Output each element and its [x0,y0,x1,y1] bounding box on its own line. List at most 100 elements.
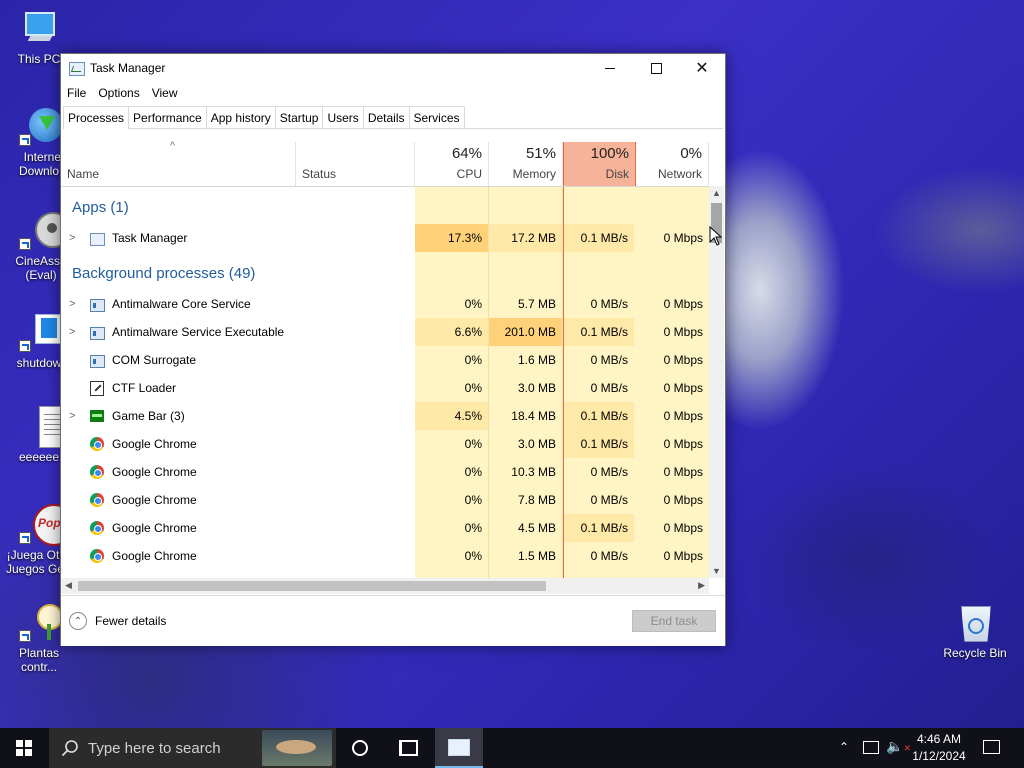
tab-startup[interactable]: Startup [274,106,324,128]
table-row[interactable]: > Game Bar (3) 4.5% 18.4 MB 0.1 MB/s 0 Mbps [61,402,709,430]
scroll-right-icon[interactable]: ▶ [698,580,705,591]
column-network[interactable]: 0% Network [635,142,709,186]
menu-options[interactable]: Options [92,84,145,104]
network-cell: 0 Mbps [663,297,703,311]
expand-chevron-icon[interactable]: > [69,402,75,430]
expand-chevron-icon[interactable]: > [69,224,75,252]
clock-date: 1/12/2024 [912,749,966,763]
tab-processes[interactable]: Processes [63,106,130,130]
network-icon[interactable] [863,741,879,754]
table-row[interactable]: Google Chrome 0% 1.5 MB 0 MB/s 0 Mbps [61,542,709,570]
footer-bar: ⌃ Fewer details End task [61,595,725,646]
network-cell: 0 Mbps [663,465,703,479]
column-status[interactable]: Status [296,142,415,186]
task-manager-icon [90,233,105,246]
title-bar[interactable]: Task Manager ✕ [61,54,725,82]
cpu-cell: 17.3% [415,224,488,252]
chrome-icon [90,493,104,507]
text-file-icon [19,406,71,448]
scroll-up-icon[interactable]: ▲ [712,188,721,198]
close-button[interactable]: ✕ [679,54,725,82]
cpu-cell: 0% [464,465,482,479]
cpu-cell: 0% [464,353,482,367]
fewer-details-button[interactable]: ⌃ Fewer details [69,612,166,630]
group-header-apps[interactable]: Apps (1) [61,194,709,222]
tab-performance[interactable]: Performance [128,106,207,128]
desktop-icon-recycle-bin[interactable]: Recycle Bin [940,602,1010,660]
table-row[interactable]: Google Chrome 0% 4.5 MB 0.1 MB/s 0 Mbps [61,514,709,542]
table-row[interactable]: CTF Loader 0% 3.0 MB 0 MB/s 0 Mbps [61,374,709,402]
tab-app-history[interactable]: App history [205,106,276,128]
scroll-down-icon[interactable]: ▼ [712,566,721,576]
maximize-button[interactable] [633,54,679,82]
scroll-thumb-horizontal[interactable] [78,581,546,591]
process-name: Google Chrome [112,549,197,563]
network-cell: 0 Mbps [663,493,703,507]
memory-cell: 4.5 MB [517,521,556,535]
tab-services[interactable]: Services [408,106,465,128]
disk-cell: 0 MB/s [590,549,628,563]
table-row[interactable]: > Antimalware Service Executable 6.6% 201.0… [61,318,709,346]
column-disk[interactable]: 100% Disk [563,142,636,186]
table-row[interactable]: > Task Manager 17.3% 17.2 MB 0.1 MB/s 0 … [61,224,709,252]
minimize-button[interactable] [587,54,633,82]
close-icon: ✕ [695,60,709,77]
task-view-button[interactable] [384,728,432,768]
clock[interactable]: 4:46 AM 1/12/2024 [906,731,972,765]
memory-cell: 201.0 MB [489,318,562,346]
network-cell: 0 Mbps [663,325,703,339]
cortana-button[interactable] [336,728,384,768]
scroll-left-icon[interactable]: ◀ [65,580,72,591]
table-row[interactable]: Google Chrome 0% 3.0 MB 0.1 MB/s 0 Mbps [61,430,709,458]
search-placeholder: Type here to search [88,740,221,757]
cpu-cell: 0% [464,549,482,563]
taskbar-search-box[interactable]: Type here to search [49,728,336,768]
memory-cell: 17.2 MB [489,224,562,252]
network-cell: 0 Mbps [663,521,703,535]
column-cpu[interactable]: 64% CPU [415,142,489,186]
expand-chevron-icon[interactable]: > [69,318,75,346]
disk-cell: 0 MB/s [590,381,628,395]
group-header-background[interactable]: Background processes (49) [61,260,709,288]
process-grid: ^ Name Status 64% CPU 51% Memory 100% Di… [61,130,709,578]
mouse-cursor-icon [709,226,723,246]
disk-cell: 0 MB/s [590,297,628,311]
notification-icon[interactable] [983,740,1000,754]
end-task-button[interactable]: End task [632,610,716,632]
menu-view[interactable]: View [146,84,184,104]
search-icon [61,740,78,757]
process-name: Google Chrome [112,521,197,535]
tab-users[interactable]: Users [322,106,364,128]
game-bar-icon [90,410,104,422]
column-name[interactable]: Name [61,142,296,186]
cpu-cell: 6.6% [415,318,488,346]
chrome-icon [90,521,104,535]
column-memory[interactable]: 51% Memory [489,142,563,186]
plants-game-icon [19,602,63,642]
menu-file[interactable]: File [61,84,92,104]
clock-time: 4:46 AM [916,732,962,746]
memory-cell: 10.3 MB [511,465,556,479]
start-button[interactable] [0,728,48,768]
expand-chevron-icon[interactable]: > [69,290,75,318]
table-row[interactable]: Google Chrome 0% 7.8 MB 0 MB/s 0 Mbps [61,486,709,514]
disk-cell: 0.1 MB/s [564,318,634,346]
table-row[interactable]: COM Surrogate 0% 1.6 MB 0 MB/s 0 Mbps [61,346,709,374]
memory-cell: 5.7 MB [517,297,556,311]
horizontal-scrollbar[interactable]: ◀ ▶ [61,578,709,594]
service-window-icon [90,327,105,340]
table-row[interactable]: > Antimalware Core Service 0% 5.7 MB 0 MB/s 0… [61,290,709,318]
chrome-icon [90,465,104,479]
shortcut-arrow-icon [19,630,31,642]
task-manager-icon [69,62,85,76]
taskbar-task-manager[interactable] [435,728,483,768]
table-row[interactable]: Google Chrome 0% 10.3 MB 0 MB/s 0 Mbps [61,458,709,486]
chevron-up-icon[interactable]: ⌃ [839,740,849,754]
disk-cell: 0 MB/s [590,353,628,367]
recycle-bin-icon [955,602,995,642]
tab-details[interactable]: Details [362,106,410,128]
disk-cell: 0.1 MB/s [564,430,634,458]
process-name: Task Manager [112,231,188,245]
popcap-icon: PopCap [19,504,83,546]
network-cell: 0 Mbps [663,409,703,423]
